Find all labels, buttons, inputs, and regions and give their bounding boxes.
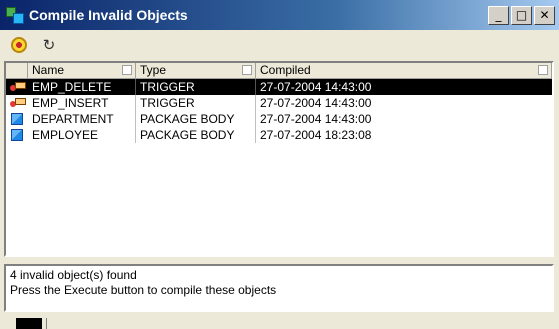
maximize-button[interactable]: □ bbox=[511, 6, 532, 25]
compile-invalid-objects-window: Compile Invalid Objects _ □ ✕ ↻ Name Typ… bbox=[0, 0, 559, 329]
name-cell: EMP_INSERT bbox=[28, 95, 136, 111]
type-cell: PACKAGE BODY bbox=[136, 111, 256, 127]
sort-indicator-icon bbox=[538, 65, 548, 75]
row-icon-cell bbox=[6, 127, 28, 143]
list-header: Name Type Compiled bbox=[6, 63, 552, 79]
execute-button[interactable] bbox=[8, 34, 30, 56]
title-bar[interactable]: Compile Invalid Objects _ □ ✕ bbox=[0, 0, 559, 30]
window-controls: _ □ ✕ bbox=[488, 6, 555, 25]
column-header-label: Type bbox=[140, 63, 167, 77]
table-row[interactable]: DEPARTMENT PACKAGE BODY 27-07-2004 14:43… bbox=[6, 111, 552, 127]
status-message-panel: 4 invalid object(s) found Press the Exec… bbox=[4, 264, 554, 312]
status-divider bbox=[46, 318, 47, 329]
column-header-name[interactable]: Name bbox=[28, 63, 136, 79]
type-cell: PACKAGE BODY bbox=[136, 127, 256, 143]
table-row[interactable]: EMP_DELETE TRIGGER 27-07-2004 14:43:00 bbox=[6, 79, 552, 95]
sort-indicator-icon bbox=[242, 65, 252, 75]
gear-icon bbox=[11, 37, 27, 53]
row-icon-cell bbox=[6, 79, 28, 95]
refresh-icon: ↻ bbox=[42, 36, 56, 54]
name-cell: EMP_DELETE bbox=[28, 79, 136, 95]
trigger-icon bbox=[10, 82, 26, 92]
close-button[interactable]: ✕ bbox=[534, 6, 555, 25]
refresh-button[interactable]: ↻ bbox=[38, 34, 60, 56]
column-header-compiled[interactable]: Compiled bbox=[256, 63, 552, 79]
compiled-cell: 27-07-2004 14:43:00 bbox=[260, 112, 372, 126]
package-icon bbox=[11, 113, 23, 125]
name-cell: DEPARTMENT bbox=[28, 111, 136, 127]
status-line-instruction: Press the Execute button to compile thes… bbox=[10, 283, 277, 297]
invalid-objects-list[interactable]: Name Type Compiled EMP_DELETE TRIGGER 27… bbox=[4, 61, 554, 257]
status-bar bbox=[0, 316, 559, 329]
toolbar: ↻ bbox=[0, 32, 559, 58]
window-title: Compile Invalid Objects bbox=[29, 7, 188, 23]
row-icon-cell bbox=[6, 95, 28, 111]
status-indicator bbox=[16, 318, 42, 329]
compiled-cell: 27-07-2004 14:43:00 bbox=[260, 96, 372, 110]
sort-indicator-icon bbox=[122, 65, 132, 75]
minimize-button[interactable]: _ bbox=[488, 6, 509, 25]
compiled-cell: 27-07-2004 18:23:08 bbox=[260, 128, 372, 142]
column-header-label: Name bbox=[32, 63, 65, 77]
app-icon bbox=[5, 6, 24, 24]
table-row[interactable]: EMPLOYEE PACKAGE BODY 27-07-2004 18:23:0… bbox=[6, 127, 552, 143]
column-header-type[interactable]: Type bbox=[136, 63, 256, 79]
row-icon-cell bbox=[6, 111, 28, 127]
package-icon bbox=[11, 129, 23, 141]
table-row[interactable]: EMP_INSERT TRIGGER 27-07-2004 14:43:00 bbox=[6, 95, 552, 111]
type-cell: TRIGGER bbox=[136, 95, 256, 111]
name-cell: EMPLOYEE bbox=[28, 127, 136, 143]
compiled-cell: 27-07-2004 14:43:00 bbox=[260, 80, 372, 94]
type-cell: TRIGGER bbox=[136, 79, 256, 95]
status-line-count: 4 invalid object(s) found bbox=[10, 268, 137, 282]
column-header-label: Compiled bbox=[260, 63, 311, 77]
icon-column-header bbox=[6, 63, 28, 79]
trigger-icon bbox=[10, 98, 26, 108]
